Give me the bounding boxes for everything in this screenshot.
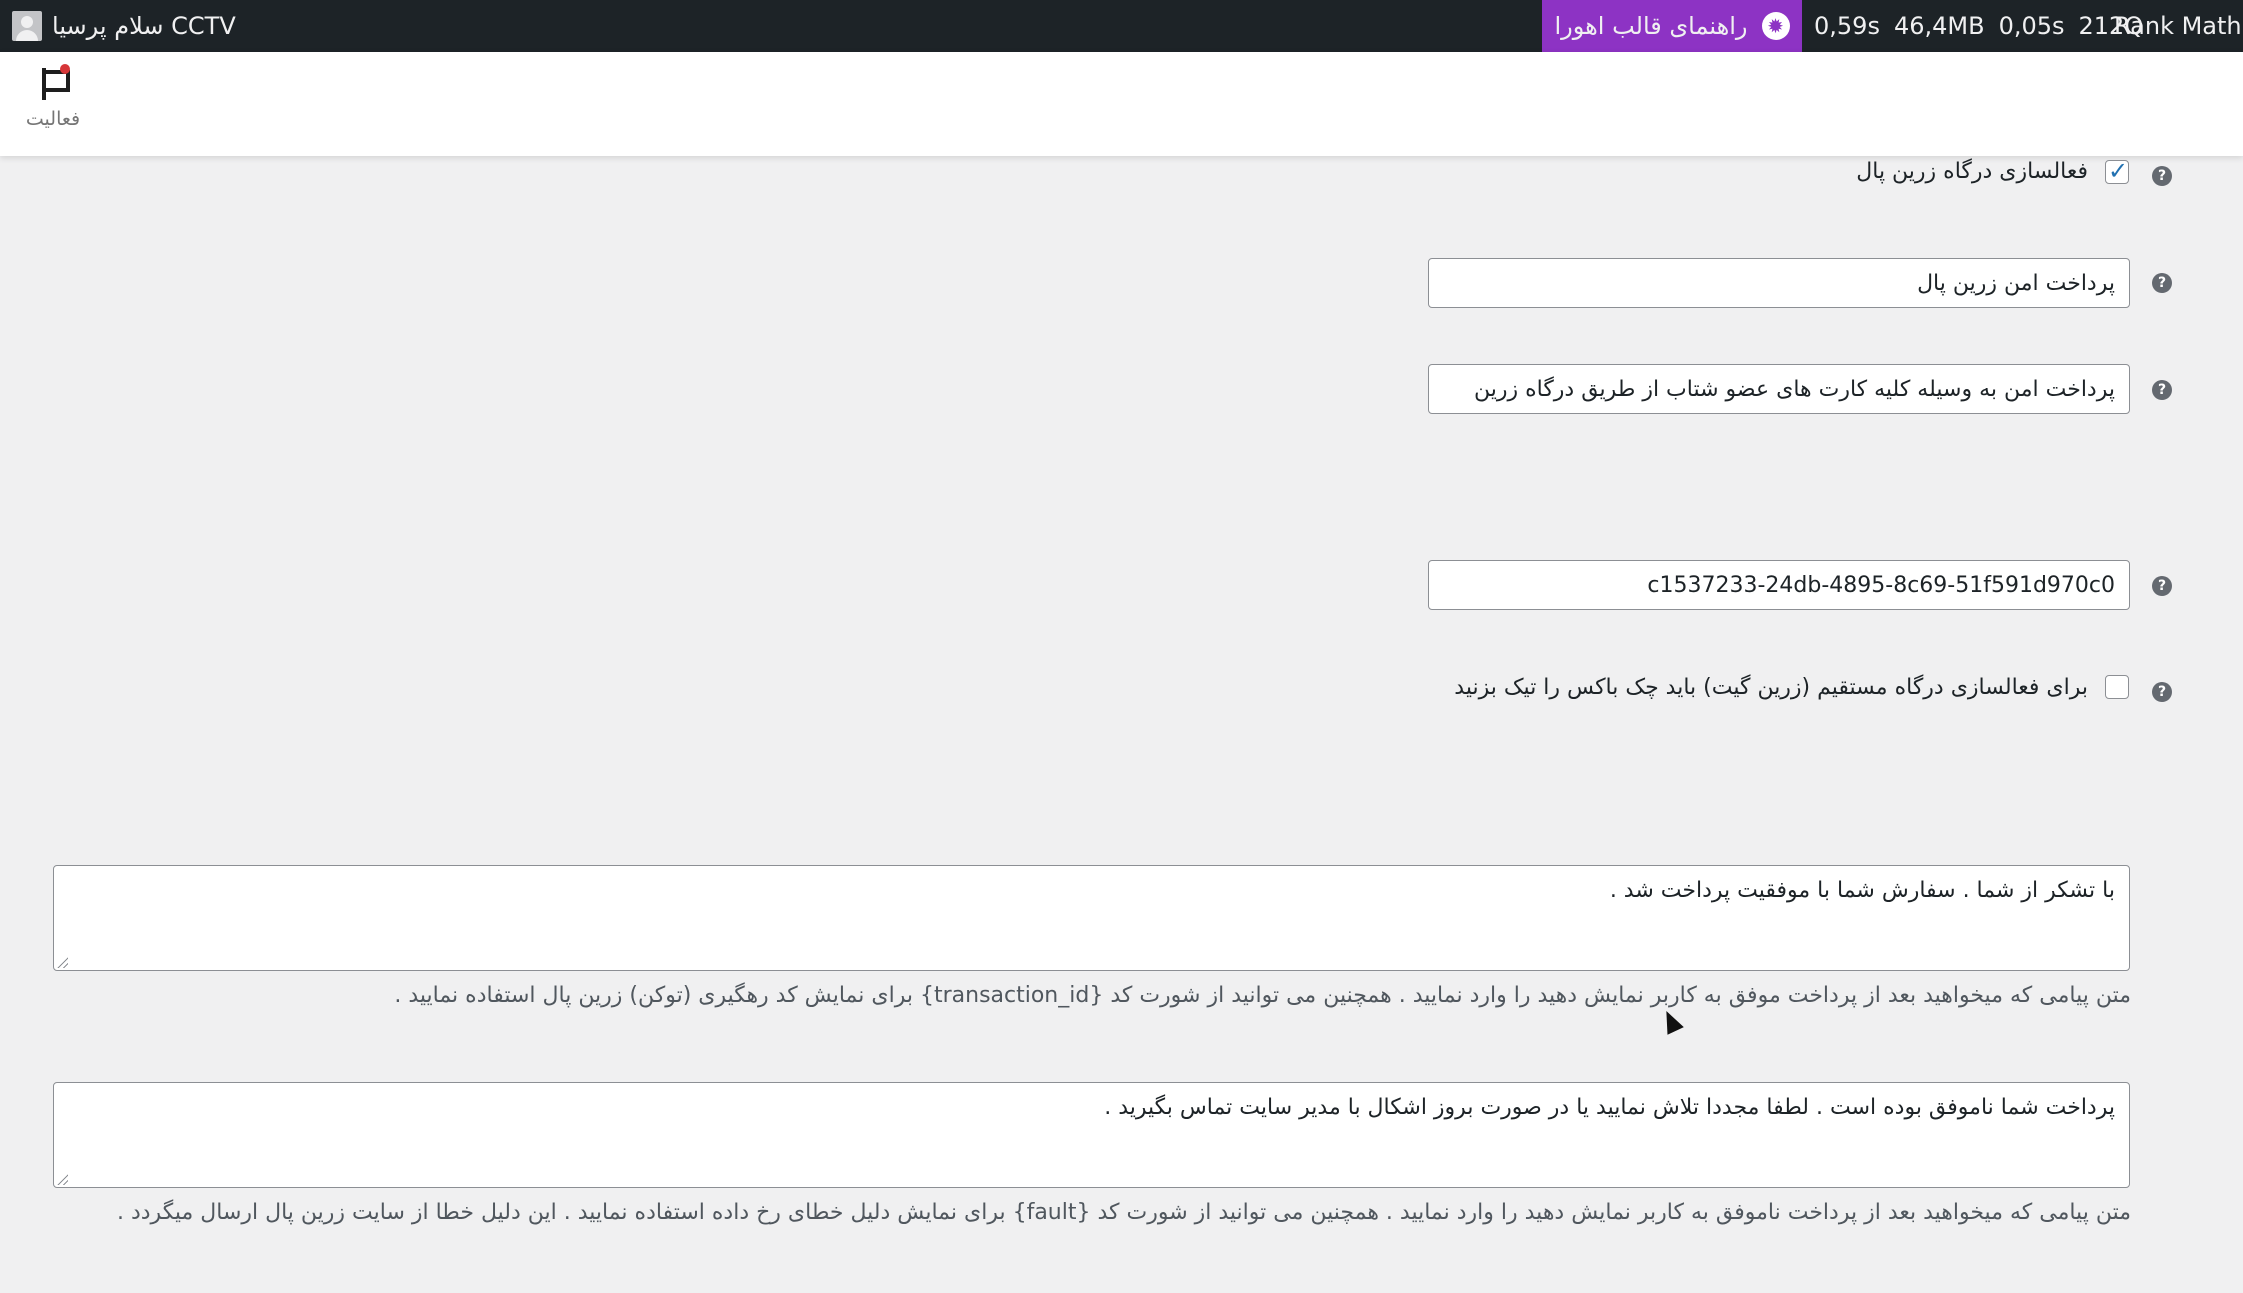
user-greeting: سلام پرسیا CCTV	[52, 12, 236, 40]
my-account-menu[interactable]: سلام پرسیا CCTV	[12, 0, 236, 52]
zarin-gate-checkbox[interactable]	[2105, 675, 2129, 699]
theme-guide-label: راهنمای قالب اهورا	[1554, 12, 1748, 40]
memory-usage: 46,4MB	[1893, 12, 1985, 40]
admin-bar: سلام پرسیا CCTV راهنمای قالب اهورا ✹ 0,5…	[0, 0, 2243, 52]
success-message-text: با تشکر از شما . سفارش شما با موفقیت پرد…	[1609, 878, 2115, 903]
resize-handle[interactable]	[56, 956, 68, 968]
activity-button[interactable]: فعالیت	[18, 64, 88, 130]
failed-message-textarea[interactable]: پرداخت شما ناموفق بوده است . لطفا مجددا …	[53, 1082, 2130, 1188]
query-time: 0,05s	[1998, 12, 2065, 40]
flag-icon	[36, 64, 70, 100]
success-message-description: متن پیامی که میخواهید بعد از پرداخت موفق…	[394, 983, 2131, 1008]
help-icon[interactable]: ?	[2152, 166, 2172, 186]
activity-label: فعالیت	[25, 108, 81, 130]
page-time: 0,59s	[1814, 12, 1880, 40]
enable-gateway-label: فعالسازی درگاه زرین پال	[1856, 159, 2088, 184]
merchant-code-input[interactable]: c1537233-24db-4895-8c69-51f591d970c0	[1428, 560, 2130, 610]
lifebuoy-icon: ✹	[1761, 12, 1790, 40]
title-input[interactable]: پرداخت امن زرین پال	[1428, 258, 2130, 308]
help-icon[interactable]: ?	[2152, 380, 2172, 400]
help-icon[interactable]: ?	[2152, 273, 2172, 293]
description-input[interactable]: پرداخت امن به وسیله کلیه کارت های عضو شت…	[1428, 364, 2130, 414]
help-icon[interactable]: ?	[2152, 576, 2172, 596]
avatar	[12, 11, 42, 41]
rank-math-menu[interactable]: Rank Math S	[2114, 0, 2243, 52]
query-monitor-stats[interactable]: 0,59s 46,4MB 0,05s 212Q	[1814, 0, 2143, 52]
failed-message-text: پرداخت شما ناموفق بوده است . لطفا مجددا …	[1104, 1095, 2115, 1120]
theme-guide-button[interactable]: راهنمای قالب اهورا ✹	[1542, 0, 1802, 52]
failed-message-description: متن پیامی که میخواهید بعد از پرداخت نامو…	[116, 1200, 2131, 1225]
help-icon[interactable]: ?	[2152, 682, 2172, 702]
activity-header: فعالیت	[0, 52, 2243, 156]
resize-handle[interactable]	[56, 1173, 68, 1185]
enable-gateway-checkbox[interactable]	[2105, 157, 2129, 185]
zarin-gate-label: برای فعالسازی درگاه مستقیم (زرین گیت) با…	[1454, 675, 2088, 700]
rank-math-label: Rank Math S	[2114, 12, 2243, 40]
success-message-textarea[interactable]: با تشکر از شما . سفارش شما با موفقیت پرد…	[53, 865, 2130, 971]
